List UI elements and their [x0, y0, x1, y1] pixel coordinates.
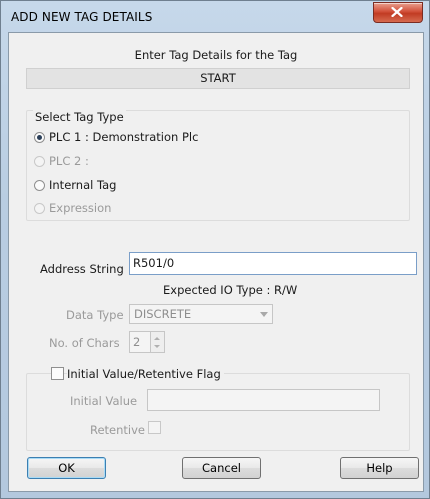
ok-button[interactable]: OK	[27, 457, 106, 479]
radio-expression-label: Expression	[49, 201, 112, 215]
radio-button	[34, 202, 45, 214]
tag-name-display: START	[26, 68, 410, 89]
window-title: ADD NEW TAG DETAILS	[11, 10, 153, 24]
num-chars-label: No. of Chars	[49, 336, 120, 350]
tag-type-group: Select Tag Type PLC 1 : Demonstration Pl…	[26, 110, 410, 221]
close-button[interactable]	[373, 2, 423, 23]
retentive-checkbox	[148, 421, 161, 434]
radio-plc2-label: PLC 2 :	[49, 154, 89, 168]
dialog-window: ADD NEW TAG DETAILS Enter Tag Details fo…	[0, 0, 430, 499]
address-string-label: Address String	[40, 262, 124, 276]
num-chars-spinner: 2	[129, 331, 165, 353]
radio-button	[34, 155, 45, 167]
spinner-buttons	[150, 331, 165, 353]
retentive-label: Retentive	[90, 423, 146, 437]
expected-io-type: Expected IO Type : R/W	[163, 283, 298, 297]
radio-button-checked[interactable]	[34, 131, 45, 143]
cancel-button[interactable]: Cancel	[182, 457, 261, 479]
data-type-label: Data Type	[66, 308, 124, 322]
address-string-input[interactable]: R501/0	[129, 252, 417, 275]
initial-value-group	[26, 373, 410, 451]
radio-plc1[interactable]: PLC 1 : Demonstration Plc	[34, 129, 198, 145]
title-bar[interactable]: ADD NEW TAG DETAILS	[1, 1, 429, 33]
instruction-text: Enter Tag Details for the Tag	[134, 48, 298, 62]
initial-value-label: Initial Value	[70, 394, 138, 408]
data-type-select: DISCRETE	[129, 304, 273, 324]
initial-value-checkbox[interactable]	[51, 367, 64, 380]
spin-up-icon	[154, 337, 160, 340]
radio-plc1-label: PLC 1 : Demonstration Plc	[49, 130, 199, 144]
radio-internal-tag-label: Internal Tag	[49, 178, 117, 192]
radio-plc2: PLC 2 :	[34, 153, 89, 169]
initial-value-group-label: Initial Value/Retentive Flag	[67, 367, 224, 381]
radio-expression: Expression	[34, 200, 111, 216]
close-icon	[391, 7, 403, 17]
data-type-value: DISCRETE	[134, 307, 192, 321]
chevron-down-icon	[260, 312, 268, 317]
spin-down-icon	[154, 345, 160, 348]
initial-value-input	[147, 389, 380, 411]
radio-internal-tag[interactable]: Internal Tag	[34, 177, 116, 193]
dialog-client-area: Enter Tag Details for the Tag START Sele…	[8, 32, 424, 492]
tag-type-group-label: Select Tag Type	[33, 110, 126, 124]
num-chars-value: 2	[133, 335, 141, 349]
radio-button[interactable]	[34, 179, 45, 191]
help-button[interactable]: Help	[340, 457, 419, 479]
